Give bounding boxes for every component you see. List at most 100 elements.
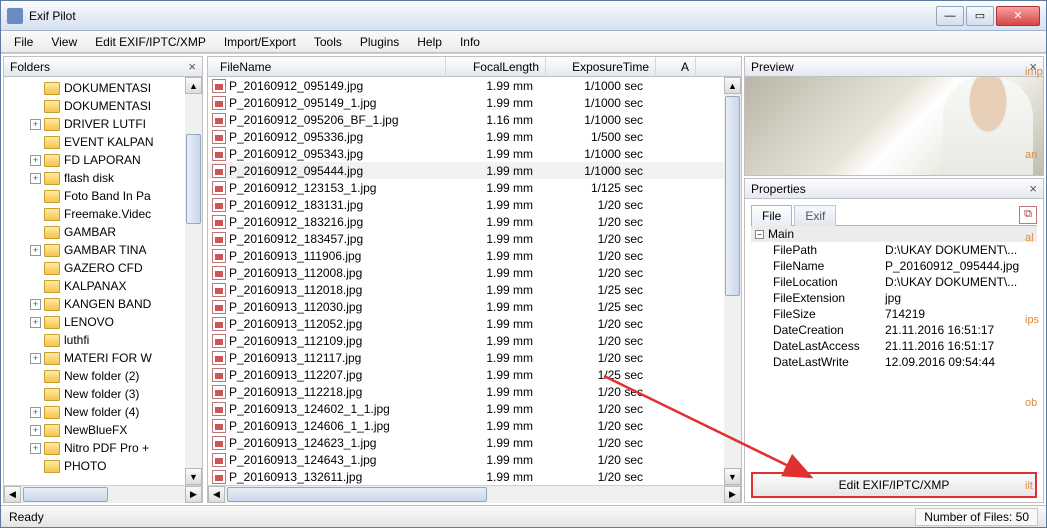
hscroll-thumb[interactable]: [23, 487, 108, 502]
menu-help[interactable]: Help: [410, 33, 449, 51]
preview-close-icon[interactable]: ×: [1029, 59, 1037, 74]
file-row[interactable]: P_20160912_095149.jpg1.99 mm1/1000 sec: [208, 77, 724, 94]
folders-vscrollbar[interactable]: ▲ ▼: [185, 77, 202, 485]
vscroll-thumb[interactable]: [186, 134, 201, 224]
property-row[interactable]: DateCreation21.11.2016 16:51:17: [751, 322, 1037, 338]
tree-item[interactable]: DOKUMENTASI: [4, 97, 185, 115]
expander-icon[interactable]: +: [30, 407, 41, 418]
scroll-up-icon[interactable]: ▲: [724, 77, 741, 94]
tree-item[interactable]: +New folder (4): [4, 403, 185, 421]
tree-item[interactable]: PHOTO: [4, 457, 185, 475]
expander-icon[interactable]: +: [30, 119, 41, 130]
tree-item[interactable]: +MATERI FOR W: [4, 349, 185, 367]
properties-close-icon[interactable]: ×: [1029, 181, 1037, 196]
menu-import-export[interactable]: Import/Export: [217, 33, 303, 51]
menu-edit-exif[interactable]: Edit EXIF/IPTC/XMP: [88, 33, 213, 51]
tree-item[interactable]: DOKUMENTASI: [4, 79, 185, 97]
tab-file[interactable]: File: [751, 205, 792, 226]
file-row[interactable]: P_20160913_124602_1_1.jpg1.99 mm1/20 sec: [208, 400, 724, 417]
titlebar[interactable]: Exif Pilot — ▭ ✕: [1, 1, 1046, 31]
property-row[interactable]: DateLastWrite12.09.2016 09:54:44: [751, 354, 1037, 370]
file-row[interactable]: P_20160913_124643_1.jpg1.99 mm1/20 sec: [208, 451, 724, 468]
menu-tools[interactable]: Tools: [307, 33, 349, 51]
tree-item[interactable]: +Nitro PDF Pro +: [4, 439, 185, 457]
expander-icon[interactable]: +: [30, 173, 41, 184]
file-row[interactable]: P_20160913_112218.jpg1.99 mm1/20 sec: [208, 383, 724, 400]
tab-options-icon[interactable]: ⧉: [1019, 206, 1037, 224]
file-row[interactable]: P_20160912_095336.jpg1.99 mm1/500 sec: [208, 128, 724, 145]
scroll-down-icon[interactable]: ▼: [185, 468, 202, 485]
tree-item[interactable]: New folder (3): [4, 385, 185, 403]
col-a[interactable]: A: [656, 57, 696, 77]
property-row[interactable]: DateLastAccess21.11.2016 16:51:17: [751, 338, 1037, 354]
scroll-down-icon[interactable]: ▼: [724, 468, 741, 485]
file-list[interactable]: P_20160912_095149.jpg1.99 mm1/1000 secP_…: [208, 77, 724, 485]
file-row[interactable]: P_20160912_123153_1.jpg1.99 mm1/125 sec: [208, 179, 724, 196]
file-row[interactable]: P_20160913_124623_1.jpg1.99 mm1/20 sec: [208, 434, 724, 451]
file-row[interactable]: P_20160912_095343.jpg1.99 mm1/1000 sec: [208, 145, 724, 162]
files-vscrollbar[interactable]: ▲ ▼: [724, 77, 741, 485]
scroll-right-icon[interactable]: ▶: [185, 486, 202, 503]
property-group-main[interactable]: − Main: [751, 226, 1037, 242]
col-filename[interactable]: FileName: [214, 57, 446, 77]
minimize-button[interactable]: —: [936, 6, 964, 26]
tree-item[interactable]: +NewBlueFX: [4, 421, 185, 439]
file-row[interactable]: P_20160912_183216.jpg1.99 mm1/20 sec: [208, 213, 724, 230]
tree-item[interactable]: KALPANAX: [4, 277, 185, 295]
vscroll-thumb[interactable]: [725, 96, 740, 296]
edit-exif-button[interactable]: Edit EXIF/IPTC/XMP: [751, 472, 1037, 498]
file-row[interactable]: P_20160913_112052.jpg1.99 mm1/20 sec: [208, 315, 724, 332]
menu-plugins[interactable]: Plugins: [353, 33, 406, 51]
file-row[interactable]: P_20160913_112030.jpg1.99 mm1/25 sec: [208, 298, 724, 315]
scroll-up-icon[interactable]: ▲: [185, 77, 202, 94]
expander-icon[interactable]: +: [30, 353, 41, 364]
expander-icon[interactable]: +: [30, 245, 41, 256]
tree-item[interactable]: +GAMBAR TINA: [4, 241, 185, 259]
file-row[interactable]: P_20160912_095206_BF_1.jpg1.16 mm1/1000 …: [208, 111, 724, 128]
tree-item[interactable]: +LENOVO: [4, 313, 185, 331]
file-row[interactable]: P_20160913_112207.jpg1.99 mm1/25 sec: [208, 366, 724, 383]
property-row[interactable]: FileSize714219: [751, 306, 1037, 322]
property-row[interactable]: FileExtensionjpg: [751, 290, 1037, 306]
tab-exif[interactable]: Exif: [794, 205, 836, 226]
scroll-left-icon[interactable]: ◀: [208, 486, 225, 503]
col-exposuretime[interactable]: ExposureTime: [546, 57, 656, 77]
file-row[interactable]: P_20160913_112117.jpg1.99 mm1/20 sec: [208, 349, 724, 366]
tree-item[interactable]: +flash disk: [4, 169, 185, 187]
collapse-icon[interactable]: −: [755, 230, 764, 239]
files-hscrollbar[interactable]: ◀ ▶: [208, 485, 741, 502]
file-row[interactable]: P_20160913_132611.jpg1.99 mm1/20 sec: [208, 468, 724, 485]
property-row[interactable]: FileNameP_20160912_095444.jpg: [751, 258, 1037, 274]
property-row[interactable]: FileLocationD:\UKAY DOKUMENT\...: [751, 274, 1037, 290]
menu-view[interactable]: View: [44, 33, 84, 51]
file-row[interactable]: P_20160912_183457.jpg1.99 mm1/20 sec: [208, 230, 724, 247]
tree-item[interactable]: New folder (2): [4, 367, 185, 385]
file-row[interactable]: P_20160913_124606_1_1.jpg1.99 mm1/20 sec: [208, 417, 724, 434]
tree-item[interactable]: +KANGEN BAND: [4, 295, 185, 313]
file-row[interactable]: P_20160913_112018.jpg1.99 mm1/25 sec: [208, 281, 724, 298]
menu-info[interactable]: Info: [453, 33, 487, 51]
file-row[interactable]: P_20160913_111906.jpg1.99 mm1/20 sec: [208, 247, 724, 264]
tree-item[interactable]: Foto Band In Pa: [4, 187, 185, 205]
close-button[interactable]: ✕: [996, 6, 1040, 26]
property-row[interactable]: FilePathD:\UKAY DOKUMENT\...: [751, 242, 1037, 258]
folders-hscrollbar[interactable]: ◀ ▶: [4, 485, 202, 502]
scroll-right-icon[interactable]: ▶: [724, 486, 741, 503]
tree-item[interactable]: GAZERO CFD: [4, 259, 185, 277]
expander-icon[interactable]: +: [30, 299, 41, 310]
maximize-button[interactable]: ▭: [966, 6, 994, 26]
file-row[interactable]: P_20160912_095444.jpg1.99 mm1/1000 sec: [208, 162, 724, 179]
expander-icon[interactable]: +: [30, 317, 41, 328]
folder-tree[interactable]: DOKUMENTASIDOKUMENTASI+DRIVER LUTFIEVENT…: [4, 77, 185, 485]
expander-icon[interactable]: +: [30, 443, 41, 454]
hscroll-thumb[interactable]: [227, 487, 487, 502]
preview-image[interactable]: [745, 77, 1043, 175]
expander-icon[interactable]: +: [30, 155, 41, 166]
tree-item[interactable]: Freemake.Videc: [4, 205, 185, 223]
folders-close-icon[interactable]: ×: [188, 59, 196, 74]
file-row[interactable]: P_20160913_112008.jpg1.99 mm1/20 sec: [208, 264, 724, 281]
tree-item[interactable]: luthfi: [4, 331, 185, 349]
tree-item[interactable]: +DRIVER LUTFI: [4, 115, 185, 133]
file-row[interactable]: P_20160913_112109.jpg1.99 mm1/20 sec: [208, 332, 724, 349]
file-row[interactable]: P_20160912_095149_1.jpg1.99 mm1/1000 sec: [208, 94, 724, 111]
